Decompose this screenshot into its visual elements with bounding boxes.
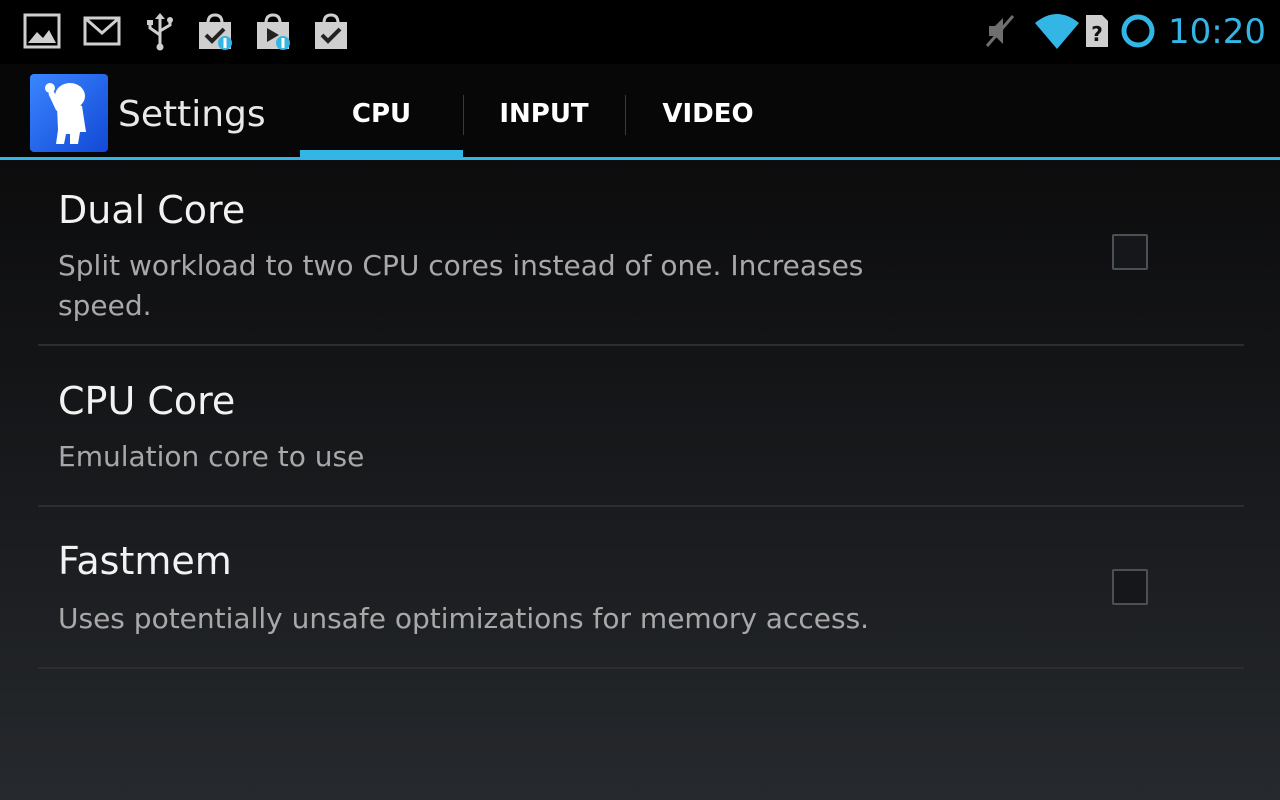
status-bar: ? 10:20 <box>0 0 1280 64</box>
page-title: Settings <box>118 94 266 135</box>
preference-title: Fastmem <box>58 539 232 583</box>
tab-video[interactable]: VIDEO <box>625 70 791 157</box>
selected-tab-indicator <box>300 150 463 160</box>
svg-text:?: ? <box>1091 22 1103 46</box>
preference-title: Dual Core <box>58 188 246 232</box>
status-clock: 10:20 <box>1168 12 1266 52</box>
preference-fastmem[interactable]: Fastmem Uses potentially unsafe optimiza… <box>38 525 1244 667</box>
preference-summary: Emulation core to use <box>58 440 365 473</box>
gallery-icon <box>22 10 62 52</box>
preference-cpu-core[interactable]: CPU Core Emulation core to use <box>38 365 1244 505</box>
gmail-icon <box>82 10 122 52</box>
tab-cpu[interactable]: CPU <box>300 70 463 157</box>
preference-dual-core[interactable]: Dual Core Split workload to two CPU core… <box>38 180 1244 345</box>
tab-input[interactable]: INPUT <box>463 70 625 157</box>
preferences-list: Dual Core Split workload to two CPU core… <box>0 160 1280 800</box>
market-update-icon <box>195 10 235 52</box>
no-sim-icon: ? <box>1080 10 1114 52</box>
usb-icon <box>140 10 180 52</box>
sync-icon <box>1118 10 1158 52</box>
list-divider <box>38 344 1244 346</box>
mute-icon <box>980 10 1020 52</box>
market-installed-icon <box>311 10 351 52</box>
list-divider <box>38 505 1244 507</box>
android-screen: ? 10:20 Settings CPU INPUT VIDEO Dual Co… <box>0 0 1280 800</box>
play-store-update-icon <box>253 10 293 52</box>
fastmem-checkbox[interactable] <box>1112 569 1148 605</box>
list-divider <box>38 667 1244 669</box>
preference-title: CPU Core <box>58 379 236 423</box>
dual-core-checkbox[interactable] <box>1112 234 1148 270</box>
wifi-icon <box>1032 10 1082 52</box>
app-logo-icon[interactable] <box>30 74 108 152</box>
preference-summary: Split workload to two CPU cores instead … <box>58 249 864 322</box>
preference-summary: Uses potentially unsafe optimizations fo… <box>58 602 870 635</box>
